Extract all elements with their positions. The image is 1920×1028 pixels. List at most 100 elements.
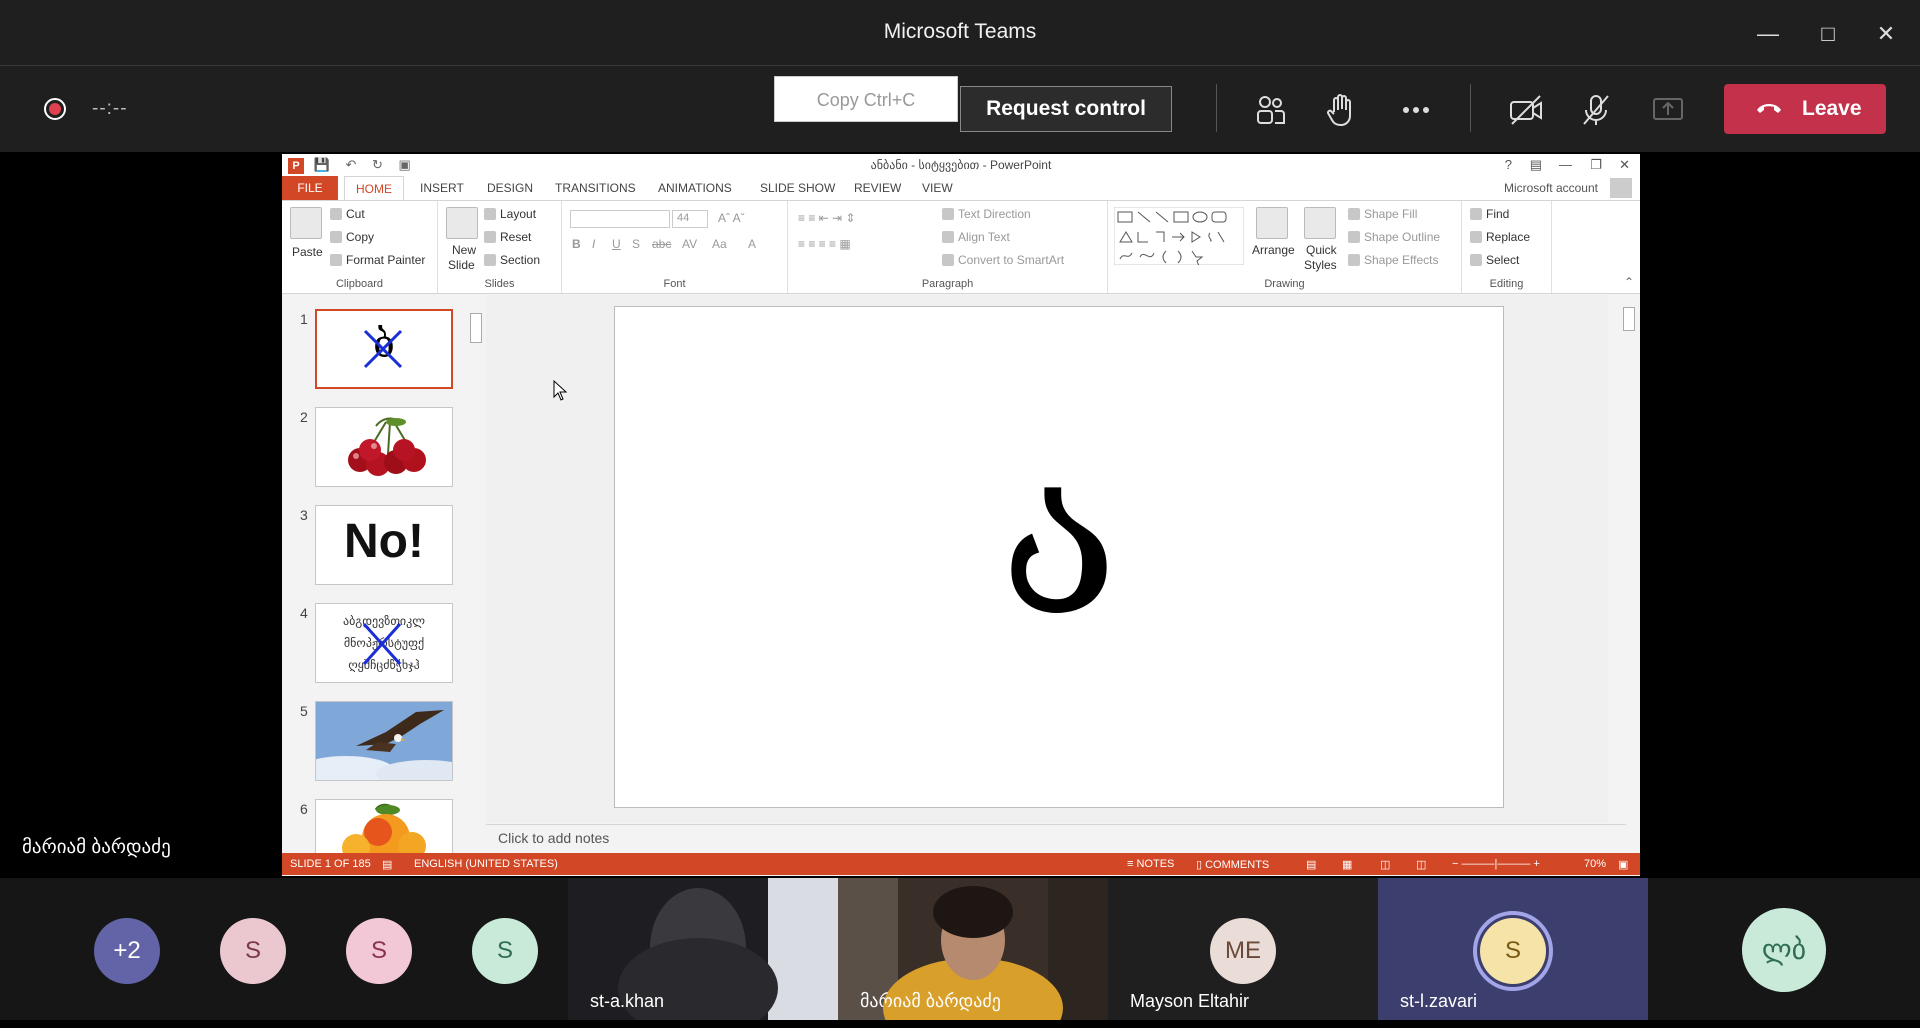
maximize-icon[interactable]: □ bbox=[1810, 16, 1846, 52]
convert-smartart-button[interactable]: Convert to SmartArt bbox=[942, 253, 1064, 267]
text-direction-button[interactable]: Text Direction bbox=[942, 207, 1031, 221]
comments-button[interactable]: ▯ COMMENTS bbox=[1196, 858, 1269, 871]
close-icon[interactable]: ✕ bbox=[1868, 16, 1904, 52]
zoom-level[interactable]: 70% bbox=[1584, 858, 1606, 870]
share-screen-icon[interactable] bbox=[1648, 90, 1688, 130]
find-button[interactable]: Find bbox=[1470, 207, 1509, 221]
participant-tile-speaking[interactable]: S st-l.zavari bbox=[1378, 878, 1648, 1020]
notes-pane[interactable]: Click to add notes bbox=[486, 824, 1626, 850]
align-text-button[interactable]: Align Text bbox=[942, 230, 1010, 244]
participants-icon[interactable] bbox=[1250, 90, 1290, 130]
quick-styles-icon[interactable] bbox=[1304, 207, 1336, 239]
paste-icon[interactable] bbox=[290, 207, 322, 239]
notes-button[interactable]: ≡ NOTES bbox=[1127, 858, 1174, 870]
thumbnail-slide-3[interactable]: No! bbox=[315, 505, 453, 585]
thumbnail-slide-4[interactable]: აბგდევზთიკლ მნოპჟრსტუფქ ღყშჩცძწჭხჯჰ bbox=[315, 603, 453, 683]
replace-button[interactable]: Replace bbox=[1470, 230, 1530, 244]
quick-styles-label-1[interactable]: Quick bbox=[1306, 243, 1337, 257]
fit-to-window-icon[interactable]: ▣ bbox=[1618, 858, 1628, 871]
new-slide-label-2[interactable]: Slide bbox=[448, 258, 475, 272]
participant-video-tile[interactable]: მარიამ ბარდაძე bbox=[838, 878, 1108, 1020]
thumbnail-slide-6[interactable] bbox=[315, 799, 453, 859]
underline-icon[interactable]: U bbox=[612, 237, 621, 251]
slideshow-view-icon[interactable]: ◫ bbox=[1416, 858, 1426, 871]
char-spacing-icon[interactable]: AV bbox=[682, 237, 697, 251]
ppt-close-icon[interactable]: ✕ bbox=[1619, 157, 1630, 173]
request-control-button[interactable]: Request control bbox=[960, 86, 1172, 132]
font-color-icon[interactable]: A bbox=[748, 237, 756, 251]
change-case-icon[interactable]: Aa bbox=[712, 237, 727, 251]
slide-scrollbar[interactable] bbox=[1622, 295, 1636, 823]
format-painter-button[interactable]: Format Painter bbox=[330, 253, 425, 267]
layout-button[interactable]: Layout bbox=[484, 207, 536, 221]
tab-design[interactable]: DESIGN bbox=[487, 181, 533, 195]
font-size-input[interactable]: 44 bbox=[672, 210, 708, 228]
language-indicator[interactable]: ENGLISH (UNITED STATES) bbox=[414, 858, 558, 870]
participant-avatar[interactable]: S bbox=[472, 918, 538, 984]
current-slide[interactable]: ა bbox=[614, 306, 1504, 808]
account-menu[interactable]: Microsoft account bbox=[1504, 181, 1598, 195]
shape-fill-button[interactable]: Shape Fill bbox=[1348, 207, 1417, 221]
align-icons[interactable]: ≡ ≡ ≡ ≡ ▦ bbox=[798, 237, 851, 251]
select-button[interactable]: Select bbox=[1470, 253, 1519, 267]
tab-file[interactable]: FILE bbox=[282, 176, 338, 200]
section-button[interactable]: Section bbox=[484, 253, 540, 267]
slide-sorter-icon[interactable]: ▦ bbox=[1342, 858, 1352, 871]
participant-avatar[interactable]: S bbox=[220, 918, 286, 984]
shapes-gallery-icon[interactable] bbox=[1114, 207, 1244, 265]
tab-insert[interactable]: INSERT bbox=[420, 181, 464, 195]
tab-view[interactable]: VIEW bbox=[922, 181, 953, 195]
ppt-minimize-icon[interactable]: — bbox=[1559, 157, 1572, 172]
participant-video-tile[interactable]: st-a.khan bbox=[568, 878, 838, 1020]
shape-effects-button[interactable]: Shape Effects bbox=[1348, 253, 1439, 267]
thumbnail-slide-5[interactable] bbox=[315, 701, 453, 781]
more-participants-avatar[interactable]: +2 bbox=[94, 918, 160, 984]
mic-off-icon[interactable] bbox=[1576, 90, 1616, 130]
arrange-button[interactable]: Arrange bbox=[1252, 243, 1295, 257]
participant-avatar[interactable]: S bbox=[346, 918, 412, 984]
tab-review[interactable]: REVIEW bbox=[854, 181, 901, 195]
arrange-icon[interactable] bbox=[1256, 207, 1288, 239]
leave-label: Leave bbox=[1802, 97, 1862, 120]
font-name-input[interactable] bbox=[570, 210, 670, 228]
copy-button[interactable]: Copy bbox=[330, 230, 374, 244]
divider bbox=[1216, 84, 1217, 132]
italic-icon[interactable]: I bbox=[592, 237, 595, 251]
grow-font-icon[interactable]: Aˆ Aˇ bbox=[718, 211, 745, 225]
zoom-slider[interactable]: − ———|——— + bbox=[1452, 858, 1540, 870]
minimize-icon[interactable]: — bbox=[1750, 16, 1786, 52]
bold-icon[interactable]: B bbox=[572, 237, 581, 251]
normal-view-icon[interactable]: ▤ bbox=[1306, 858, 1316, 871]
help-icon[interactable]: ? bbox=[1505, 157, 1512, 172]
strikethrough-icon[interactable]: abc bbox=[652, 237, 671, 251]
bullets-icon[interactable]: ≡ ≡ ⇤ ⇥ ⇕ bbox=[798, 211, 856, 225]
quick-styles-label-2[interactable]: Styles bbox=[1304, 258, 1337, 272]
tab-transitions[interactable]: TRANSITIONS bbox=[555, 181, 636, 195]
account-avatar[interactable] bbox=[1610, 178, 1632, 198]
leave-button[interactable]: Leave bbox=[1724, 84, 1886, 134]
shape-outline-button[interactable]: Shape Outline bbox=[1348, 230, 1440, 244]
shadow-icon[interactable]: S bbox=[632, 237, 640, 251]
raise-hand-icon[interactable] bbox=[1322, 90, 1362, 130]
participant-tile[interactable]: ME Mayson Eltahir bbox=[1108, 878, 1378, 1020]
spell-check-icon[interactable]: ▤ bbox=[382, 858, 392, 871]
reset-button[interactable]: Reset bbox=[484, 230, 531, 244]
tab-home[interactable]: HOME bbox=[344, 176, 404, 201]
new-slide-label-1[interactable]: New bbox=[452, 243, 476, 257]
reading-view-icon[interactable]: ◫ bbox=[1380, 858, 1390, 871]
cut-button[interactable]: Cut bbox=[330, 207, 365, 221]
collapse-ribbon-icon[interactable]: ⌃ bbox=[1624, 275, 1634, 289]
more-options-icon[interactable] bbox=[1396, 90, 1436, 130]
tab-animations[interactable]: ANIMATIONS bbox=[658, 181, 732, 195]
ribbon-display-icon[interactable]: ▤ bbox=[1530, 157, 1542, 173]
ppt-restore-icon[interactable]: ❐ bbox=[1590, 157, 1602, 173]
tab-slide-show[interactable]: SLIDE SHOW bbox=[760, 181, 835, 195]
thumbnail-slide-2[interactable] bbox=[315, 407, 453, 487]
new-slide-icon[interactable] bbox=[446, 207, 478, 239]
camera-off-icon[interactable] bbox=[1506, 90, 1546, 130]
thumbnails-scrollbar[interactable] bbox=[468, 295, 484, 853]
thumbnail-slide-1[interactable]: ბ bbox=[315, 309, 453, 389]
ppt-document-title: ანბანი - სიტყვებით - PowerPoint bbox=[870, 158, 1052, 172]
paste-button[interactable]: Paste bbox=[292, 245, 323, 259]
participant-tile[interactable]: ლბ bbox=[1648, 878, 1918, 1020]
